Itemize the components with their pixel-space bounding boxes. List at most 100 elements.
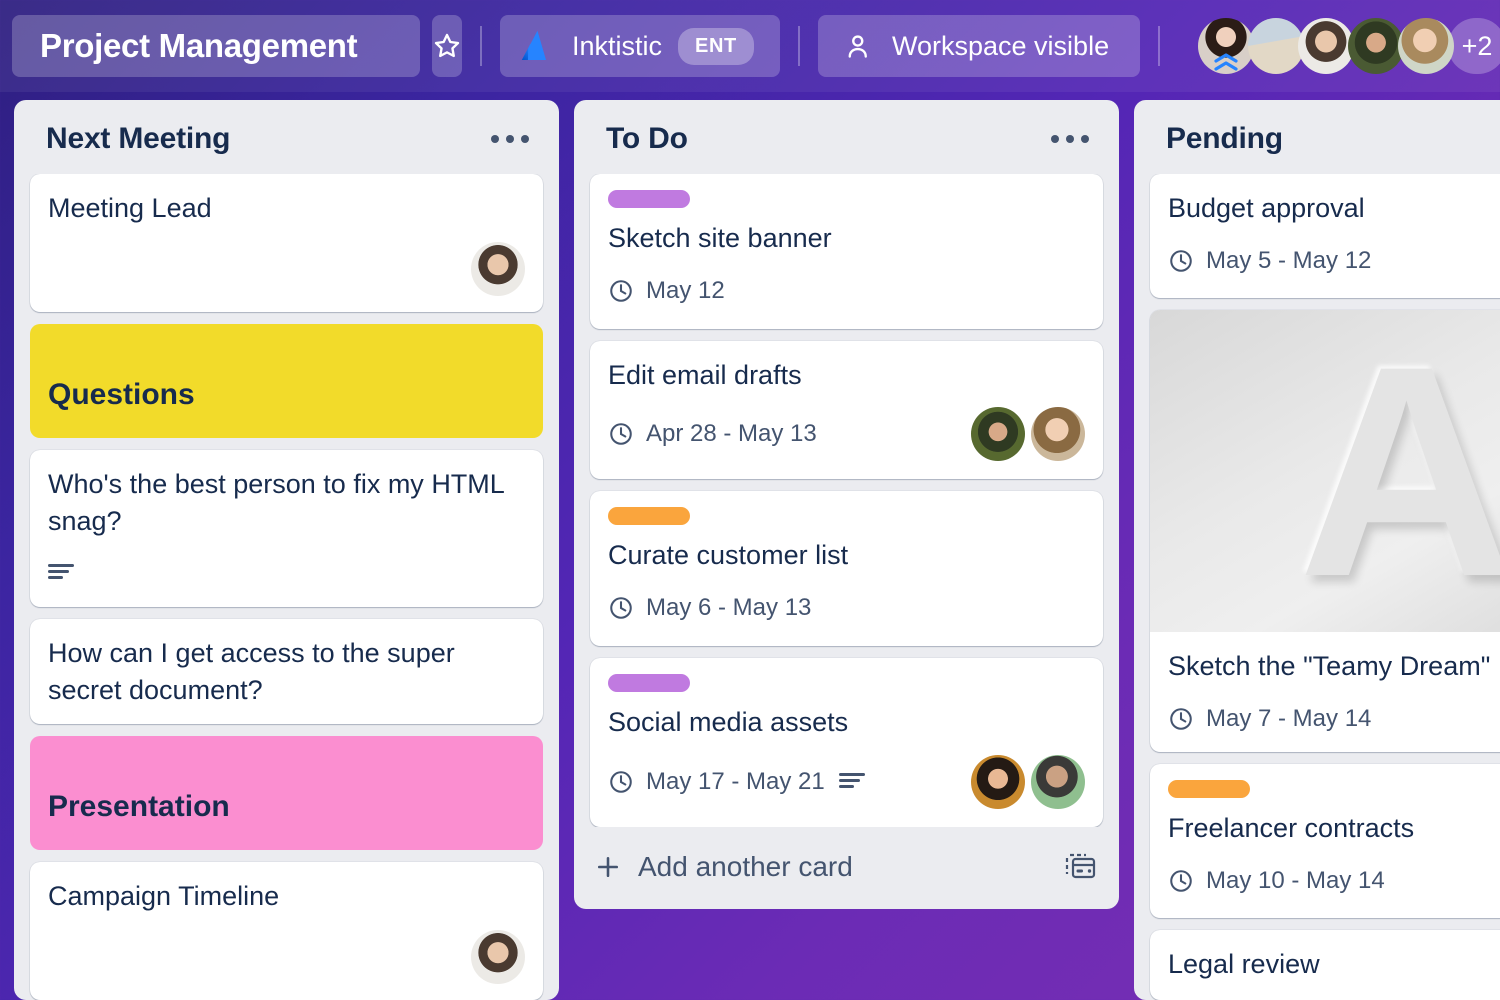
- card[interactable]: Meeting Lead: [30, 174, 543, 312]
- card[interactable]: Curate customer list May 6 - May 13: [590, 491, 1103, 646]
- description-icon: [48, 563, 74, 583]
- clock-icon: [1168, 706, 1194, 732]
- card-meta: May 6 - May 13: [608, 588, 1085, 628]
- card-header-questions[interactable]: Questions: [30, 324, 543, 438]
- card-title: Who's the best person to fix my HTML sna…: [48, 466, 525, 539]
- list-title: Next Meeting: [46, 122, 230, 156]
- card-meta: May 17 - May 21: [608, 755, 1085, 809]
- card-title: How can I get access to the super secret…: [48, 635, 525, 708]
- header-divider-3: [1158, 26, 1160, 66]
- card-title: Campaign Timeline: [48, 878, 525, 915]
- card[interactable]: Budget approval May 5 - May 12: [1150, 174, 1500, 298]
- chevrons-icon: [1213, 52, 1239, 74]
- card-members: [971, 407, 1085, 461]
- card-due-date: Apr 28 - May 13: [608, 420, 817, 448]
- card-date-text: May 10 - May 14: [1206, 867, 1385, 895]
- list-menu-icon[interactable]: [485, 127, 535, 151]
- list-header: Pending: [1134, 100, 1500, 174]
- plus-icon: [594, 853, 622, 881]
- card-members: [971, 755, 1085, 809]
- card-label: [608, 190, 690, 208]
- visibility-label: Workspace visible: [892, 31, 1109, 62]
- star-button[interactable]: [432, 15, 462, 77]
- add-card-label: Add another card: [638, 851, 853, 883]
- card[interactable]: Social media assets May 17 - May 21: [590, 658, 1103, 827]
- board-title-pill[interactable]: Project Management: [12, 15, 420, 77]
- clock-icon: [1168, 248, 1194, 274]
- avatar[interactable]: [1031, 407, 1085, 461]
- avatar[interactable]: [1398, 18, 1454, 74]
- card-date-text: Apr 28 - May 13: [646, 420, 817, 448]
- clock-icon: [608, 595, 634, 621]
- avatar[interactable]: [1298, 18, 1354, 74]
- avatar[interactable]: [1198, 18, 1254, 74]
- card-title: Freelancer contracts: [1168, 810, 1500, 847]
- star-icon: [432, 31, 462, 61]
- card-due-date: May 6 - May 13: [608, 594, 811, 622]
- members-overflow-badge[interactable]: +2: [1448, 18, 1500, 74]
- avatar[interactable]: [1031, 755, 1085, 809]
- card-template-icon[interactable]: [1063, 851, 1097, 883]
- card-title: Meeting Lead: [48, 190, 525, 227]
- list-title: Pending: [1166, 122, 1283, 156]
- list-cards: Sketch site banner May 12 Edit email dra…: [574, 174, 1119, 827]
- card-due-date: May 10 - May 14: [1168, 867, 1385, 895]
- list-header: Next Meeting: [14, 100, 559, 174]
- card[interactable]: Freelancer contracts May 10 - May 14: [1150, 764, 1500, 918]
- card-date-text: May 7 - May 14: [1206, 705, 1371, 733]
- card[interactable]: A Sketch the "Teamy Dream" May 7 - May 1…: [1150, 310, 1500, 752]
- atlassian-logo-icon: [518, 27, 556, 65]
- clock-icon: [608, 278, 634, 304]
- card-meta: May 5 - May 12: [1168, 241, 1500, 281]
- card-date-text: May 17 - May 21: [646, 768, 825, 796]
- clock-icon: [608, 769, 634, 795]
- cover-letter: A: [1298, 321, 1500, 621]
- card[interactable]: How can I get access to the super secret…: [30, 619, 543, 724]
- list-menu-icon[interactable]: [1045, 127, 1095, 151]
- member-avatars[interactable]: +2: [1198, 18, 1500, 74]
- avatar[interactable]: [1248, 18, 1304, 74]
- card-date-text: May 12: [646, 277, 725, 305]
- workspace-name: Inktistic: [572, 31, 662, 62]
- card-title: Budget approval: [1168, 190, 1500, 227]
- card-meta: May 10 - May 14: [1168, 861, 1500, 901]
- card[interactable]: Campaign Timeline: [30, 862, 543, 1000]
- card-title: Social media assets: [608, 704, 1085, 741]
- workspace-switcher[interactable]: Inktistic ENT: [500, 15, 780, 77]
- card-due-date: May 17 - May 21: [608, 768, 825, 796]
- avatar[interactable]: [1348, 18, 1404, 74]
- description-icon: [839, 772, 865, 792]
- card-label: [1168, 780, 1250, 798]
- avatar[interactable]: [471, 242, 525, 296]
- workspace-visibility-button[interactable]: Workspace visible: [818, 15, 1140, 77]
- card[interactable]: Edit email drafts Apr 28 - May 13: [590, 341, 1103, 480]
- header-divider-2: [798, 26, 800, 66]
- list-next-meeting: Next Meeting Meeting Lead Questions Who'…: [14, 100, 559, 1000]
- card-meta: Apr 28 - May 13: [608, 407, 1085, 461]
- add-another-card-button[interactable]: Add another card: [574, 827, 1119, 909]
- header-divider-1: [480, 26, 482, 66]
- avatar[interactable]: [971, 407, 1025, 461]
- card[interactable]: Legal review: [1150, 930, 1500, 1000]
- card-cover-image: A: [1150, 310, 1500, 632]
- card-header-presentation[interactable]: Presentation: [30, 736, 543, 850]
- card[interactable]: Sketch site banner May 12: [590, 174, 1103, 329]
- card-label: [608, 507, 690, 525]
- board-canvas: Next Meeting Meeting Lead Questions Who'…: [0, 100, 1500, 1000]
- card[interactable]: Who's the best person to fix my HTML sna…: [30, 450, 543, 607]
- list-title: To Do: [606, 122, 688, 156]
- card-meta: [48, 553, 525, 593]
- card-due-date: May 7 - May 14: [1168, 705, 1371, 733]
- clock-icon: [608, 421, 634, 447]
- list-pending: Pending Budget approval May 5 - May 12 A: [1134, 100, 1500, 1000]
- avatar[interactable]: [471, 930, 525, 984]
- list-cards: Budget approval May 5 - May 12 A Sketch …: [1134, 174, 1500, 1000]
- card-title: Edit email drafts: [608, 357, 1085, 394]
- card-title: Presentation: [30, 787, 230, 850]
- card-due-date: May 12: [608, 277, 725, 305]
- card-title: Questions: [30, 375, 195, 438]
- board-header: Project Management Inktistic ENT Workspa: [0, 0, 1500, 92]
- card-title: Curate customer list: [608, 537, 1085, 574]
- avatar[interactable]: [971, 755, 1025, 809]
- card-date-text: May 5 - May 12: [1206, 247, 1371, 275]
